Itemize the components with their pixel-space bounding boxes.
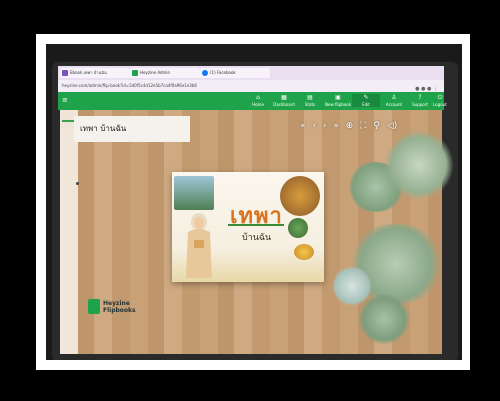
heyzine-logo-icon bbox=[88, 299, 100, 314]
nav-label: New flipbook bbox=[325, 102, 351, 107]
dashboard-icon: ▦ bbox=[281, 94, 287, 101]
side-panel bbox=[60, 110, 78, 354]
nav-label: Home bbox=[252, 102, 264, 107]
logo-line2: Flipbooks bbox=[103, 307, 136, 314]
flipbook-title: เทพา บ้านฉัน bbox=[74, 116, 190, 142]
logo-line1: Heyzine bbox=[103, 300, 130, 307]
tab-strip: Ebook เทพา บ้านฉัน Heyzine Admin (1) Fac… bbox=[58, 66, 444, 80]
nav-label: Dashboard bbox=[273, 102, 295, 107]
tab-label: (1) Facebook bbox=[210, 70, 236, 75]
plant-decoration bbox=[384, 130, 454, 200]
tab-heyzine-admin[interactable]: Heyzine Admin bbox=[130, 68, 200, 78]
temple-photo bbox=[280, 176, 320, 216]
search-icon[interactable]: ⚲ bbox=[373, 120, 380, 132]
viewer-toolbar: « ‹ › » ⊕ ⛶ ⚲ ◁) bbox=[300, 120, 401, 132]
browser-menu-icon[interactable]: ● ● ● ⋮ bbox=[415, 83, 438, 92]
tab-favicon-icon bbox=[132, 70, 138, 76]
nav-edit[interactable]: ✎ Edit bbox=[352, 94, 380, 107]
new-flipbook-icon: ▣ bbox=[335, 94, 341, 101]
stats-icon: ▤ bbox=[307, 94, 313, 101]
tab-label: Heyzine Admin bbox=[140, 70, 171, 75]
nav-label: Logout bbox=[433, 102, 447, 107]
cover-underline bbox=[228, 224, 284, 226]
flipbook-cover[interactable]: เทพา บ้านฉัน bbox=[172, 172, 324, 282]
nav-label: Stats bbox=[304, 102, 316, 107]
tab-facebook[interactable]: (1) Facebook bbox=[200, 68, 270, 78]
account-icon: ♙ bbox=[391, 94, 397, 101]
cover-title: เทพา bbox=[230, 203, 283, 229]
nav-label: Edit bbox=[362, 102, 370, 107]
edit-icon: ✎ bbox=[363, 94, 369, 101]
hamburger-icon[interactable]: ≡ bbox=[62, 96, 68, 104]
tab-label: Ebook เทพา บ้านฉัน bbox=[70, 70, 107, 75]
tab-favicon-icon bbox=[202, 70, 208, 76]
plant-decoration bbox=[356, 294, 412, 344]
zoom-icon[interactable]: ⊕ bbox=[346, 120, 354, 132]
nav-account[interactable]: ♙ Account bbox=[380, 94, 408, 107]
heyzine-app-bar: ≡ ⌂ Home ▦ Dashboard ▤ Stats ▣ New flipbook … bbox=[58, 92, 447, 110]
sound-icon[interactable]: ◁) bbox=[387, 120, 397, 132]
food-photo bbox=[294, 244, 314, 260]
pier-photo bbox=[174, 176, 214, 210]
address-text: heyzine.com/admin/flip-book?id=5d0f5c4d1… bbox=[62, 83, 197, 88]
prev-page-icon[interactable]: ‹ bbox=[312, 120, 316, 132]
nav-home[interactable]: ⌂ Home bbox=[244, 94, 272, 107]
landscape-photo bbox=[288, 218, 308, 238]
nav-logout[interactable]: ⏻ Logout bbox=[426, 94, 454, 107]
home-icon: ⌂ bbox=[256, 94, 260, 101]
fullscreen-icon[interactable]: ⛶ bbox=[360, 120, 366, 132]
nav-dashboard[interactable]: ▦ Dashboard bbox=[270, 94, 298, 107]
next-page-icon[interactable]: › bbox=[323, 120, 327, 132]
nav-new-flipbook[interactable]: ▣ New flipbook bbox=[324, 94, 352, 107]
girl-illustration bbox=[186, 213, 212, 278]
tab-favicon-icon bbox=[62, 70, 68, 76]
last-page-icon[interactable]: » bbox=[333, 120, 339, 132]
cover-subtitle: บ้านฉัน bbox=[242, 233, 272, 243]
page-marker bbox=[76, 182, 79, 185]
photo: Ebook เทพา บ้านฉัน Heyzine Admin (1) Fac… bbox=[46, 44, 462, 360]
tab-ebook[interactable]: Ebook เทพา บ้านฉัน bbox=[60, 68, 130, 78]
logout-icon: ⏻ bbox=[437, 94, 443, 101]
first-page-icon[interactable]: « bbox=[300, 120, 306, 132]
nav-stats[interactable]: ▤ Stats bbox=[296, 94, 324, 107]
nav-label: Account bbox=[385, 102, 403, 107]
address-bar[interactable]: heyzine.com/admin/flip-book?id=5d0f5c4d1… bbox=[58, 80, 444, 92]
